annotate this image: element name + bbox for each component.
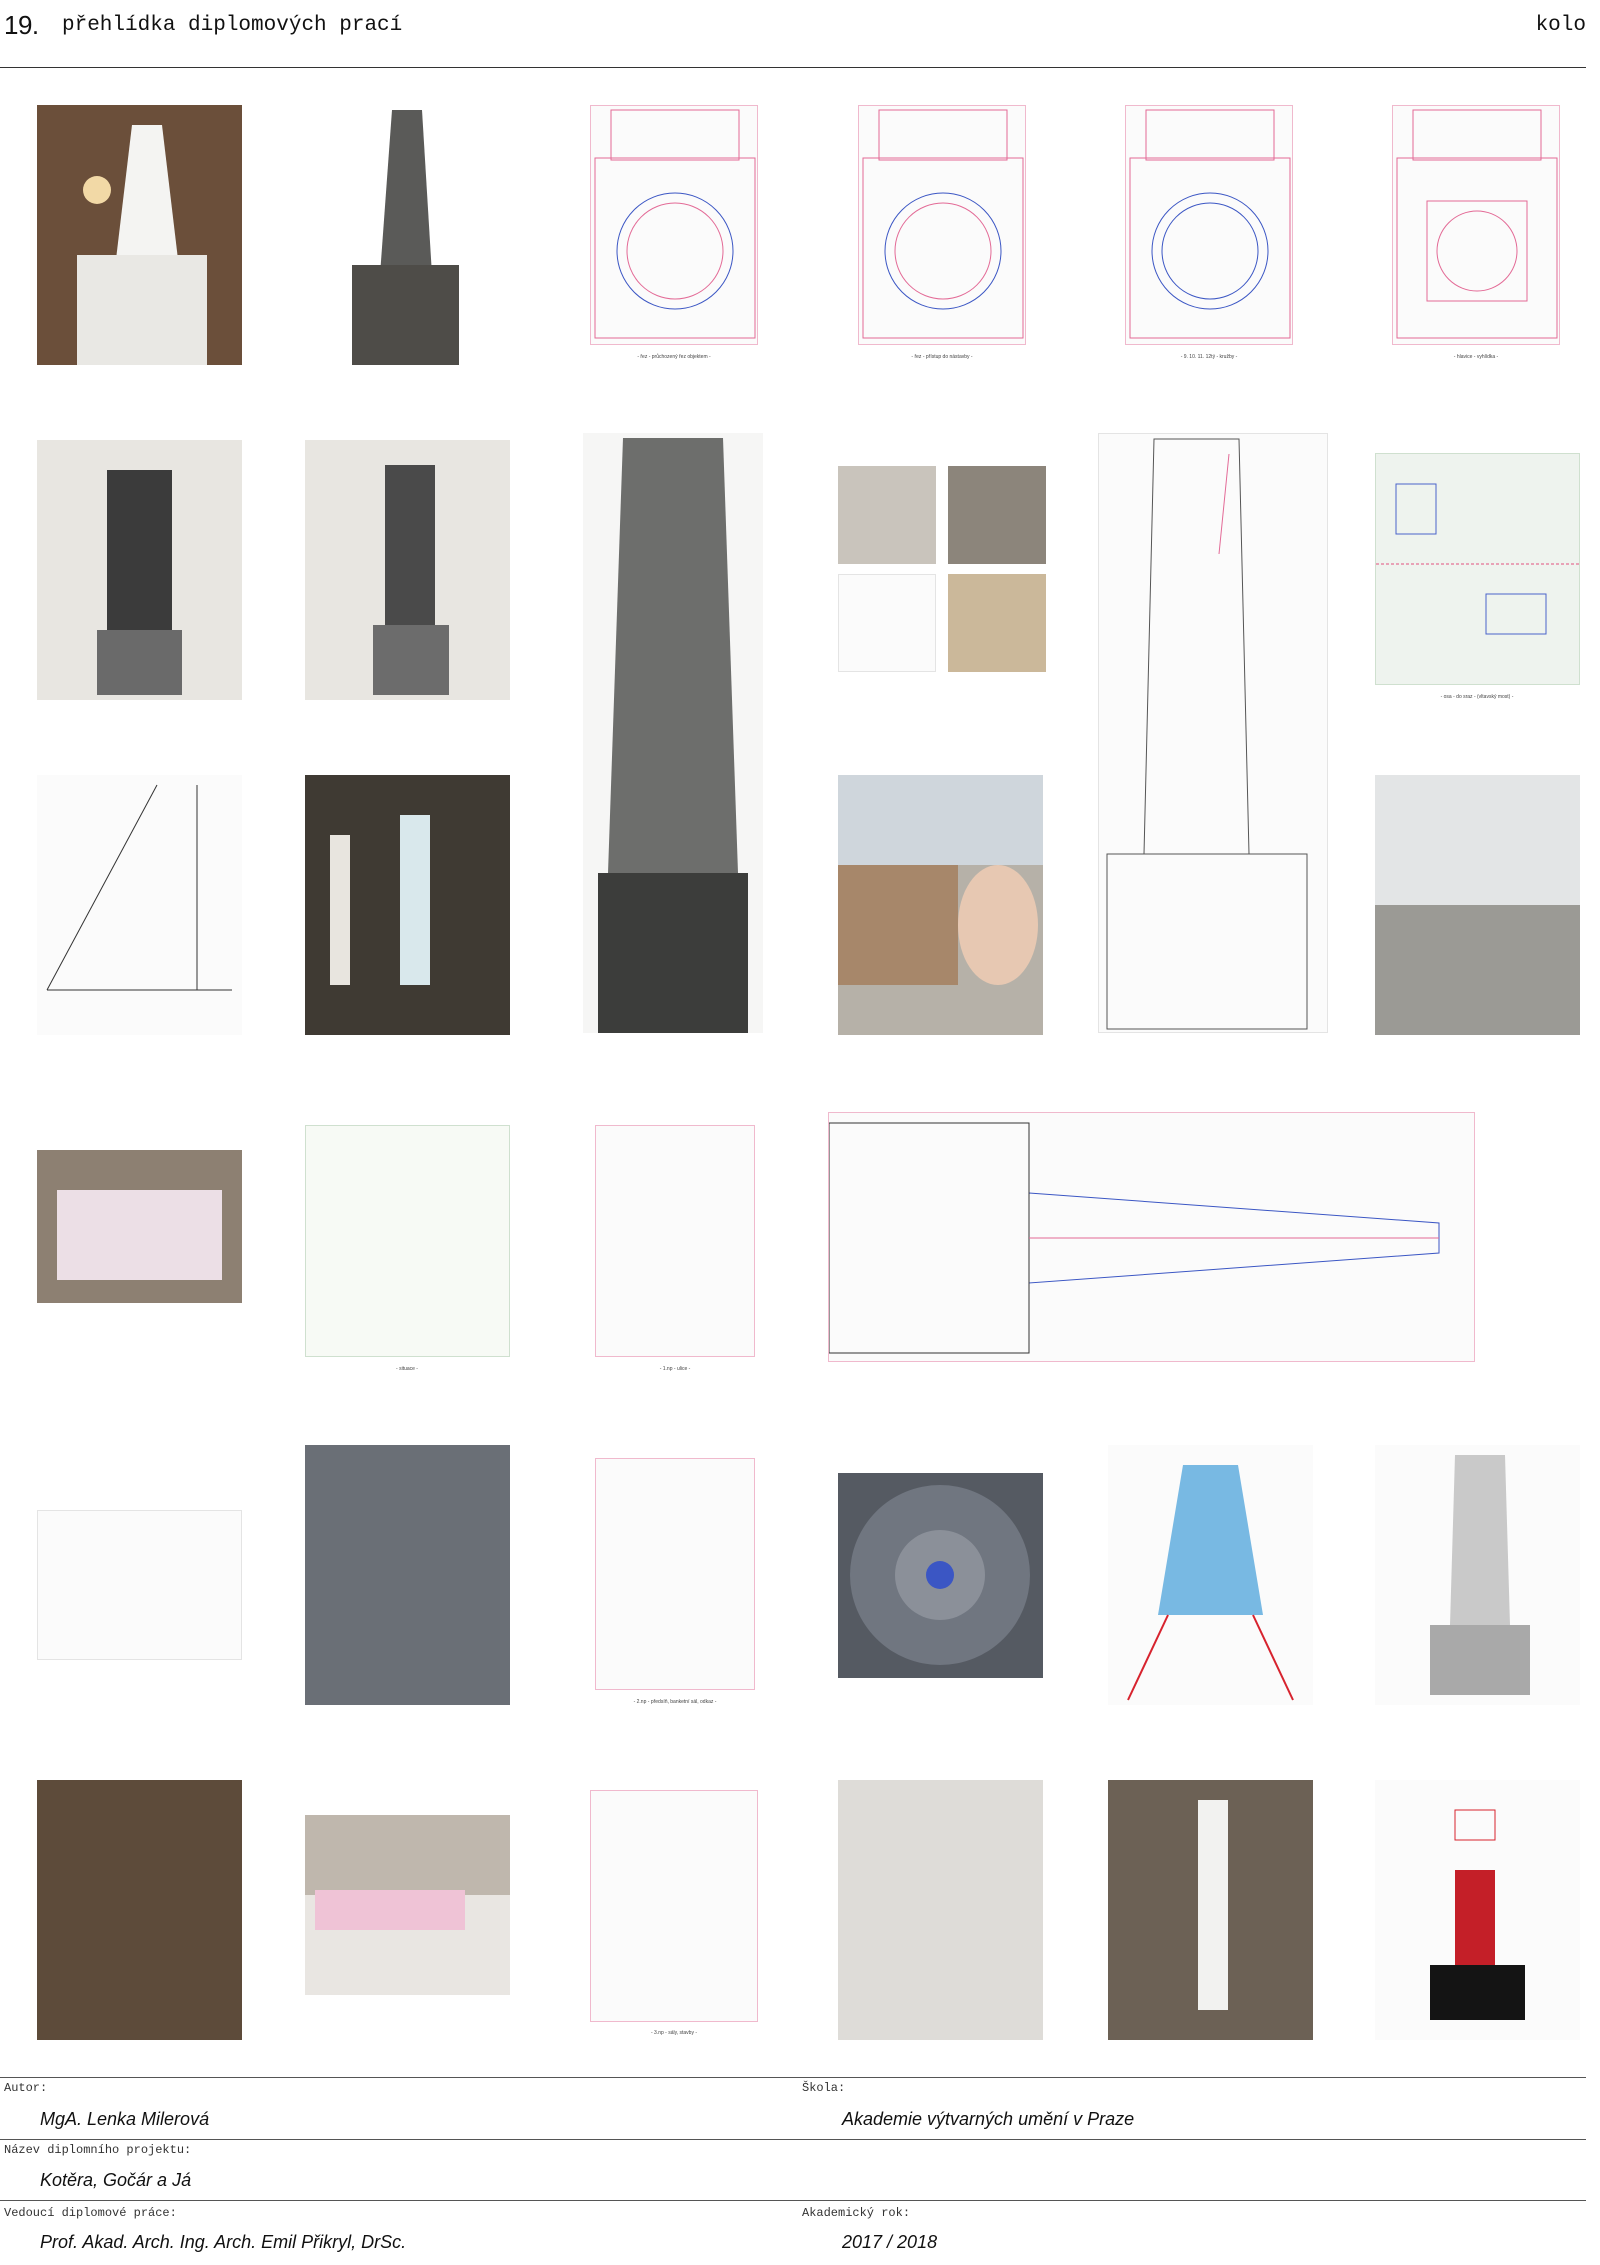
page-header: 19. přehlídka diplomových prací kolo [0, 0, 1600, 68]
author-label: Autor: [4, 2081, 48, 2095]
historic-facade-photo [948, 574, 1046, 672]
tower-collage-illustration [352, 110, 459, 365]
plan-1-caption: - řez - průchozený řez objektem - [637, 354, 711, 360]
plan-drawing-1-art [594, 109, 756, 339]
column-studio-art [1198, 1800, 1228, 2010]
model-photo-courtyard [838, 1780, 1043, 2040]
model-photo-tower-interior [37, 105, 242, 365]
interior-render-art [850, 1485, 1030, 1665]
plan-drawing-3-art [1129, 109, 1291, 339]
studio-interior-photo [37, 1780, 242, 2040]
axonometric-blue-art [1127, 1465, 1294, 1701]
axonometric-red-art [1430, 1809, 1525, 2020]
portrait-architect-2 [948, 466, 1046, 564]
model-photo-showcase [37, 1150, 242, 1303]
showcase-art [57, 1190, 222, 1280]
selfie-art [838, 775, 1043, 985]
tower-elevation-drawing [1098, 433, 1328, 1033]
year-label: Akademický rok: [802, 2206, 911, 2220]
axonometric-section-blue [1108, 1445, 1313, 1705]
floor-plan-2-caption: - 2.np - předsíň, banketní sál, odkaz - [633, 1699, 717, 1705]
floor-plan-1-caption: - 1.np - ulice - [659, 1366, 691, 1372]
city-map-caption: - osa - do sraz - (vltavský most) - [1440, 694, 1514, 700]
footer-divider-2 [0, 2139, 1586, 2140]
school-name: Akademie výtvarných umění v Praze [842, 2109, 1135, 2129]
street-photo-tower-collage [305, 1445, 510, 1705]
longitudinal-section [828, 1112, 1475, 1362]
project-name: Kotěra, Gočár a Já [40, 2170, 192, 2190]
floor-plan-2 [595, 1458, 755, 1690]
elevation-drawing-art [1106, 438, 1308, 1030]
charcoal-sketch-1-art [97, 470, 182, 695]
model-photo-columns-studio [305, 775, 510, 1035]
exhibition-number: 19. [4, 10, 39, 40]
perspective-figure-diagram [37, 775, 242, 1035]
tower-historic-collage [352, 105, 459, 365]
situation-caption: - situace - [396, 1366, 418, 1372]
plan-drawing-1 [590, 105, 758, 345]
plan-drawing-2 [858, 105, 1026, 345]
tower-charcoal-sketch-1 [37, 440, 242, 700]
supervisor-label: Vedoucí diplomové práce: [4, 2206, 177, 2220]
historic-facade-drawing [838, 574, 936, 672]
portrait-architect-1 [838, 466, 936, 564]
pink-block-art [305, 1890, 510, 1995]
exhibition-title: přehlídka diplomových prací [62, 14, 403, 37]
floor-plan-1 [595, 1125, 755, 1357]
charcoal-large-art [598, 438, 748, 1033]
street-photo-tramway [1375, 775, 1580, 1035]
tower-charcoal-large [583, 433, 763, 1033]
axonometric-section-red [1375, 1780, 1580, 2040]
plan-drawing-2-art [862, 109, 1024, 339]
model-photo-column-studio [1108, 1780, 1313, 2040]
plan-2-caption: - řez - přístup do nástavby - [911, 354, 973, 360]
classical-orders-plate [37, 1510, 242, 1660]
plan-drawing-4-art [1396, 109, 1558, 339]
floor-plan-3-caption: - 3.np - sály, stavby - [650, 2030, 698, 2036]
tower-model-illustration [37, 105, 242, 365]
academic-year: 2017 / 2018 [842, 2232, 938, 2252]
project-label: Název diplomního projektu: [4, 2143, 192, 2157]
pencil-drawing-art [1430, 1455, 1530, 1695]
plan-drawing-3 [1125, 105, 1293, 345]
situation-map [305, 1125, 510, 1357]
charcoal-sketch-2-art [373, 465, 449, 695]
perspective-figure-art [46, 784, 232, 991]
columns-studio-art [305, 775, 510, 1035]
tower-interior-render [838, 1473, 1043, 1678]
header-divider [0, 67, 1586, 68]
tower-pencil-drawing [1375, 1445, 1580, 1705]
section-art [829, 1122, 1440, 1354]
plan-3-caption: - 9. 10. 11. 12tý - kružby - [1180, 354, 1238, 360]
footer-divider-3 [0, 2200, 1586, 2201]
author-name: MgA. Lenka Milerová [40, 2109, 210, 2129]
round-label: kolo [1535, 14, 1586, 37]
model-photo-pink-block [305, 1815, 510, 1995]
city-map [1375, 453, 1580, 685]
tower-charcoal-sketch-2 [305, 440, 510, 700]
plan-drawing-4 [1392, 105, 1560, 345]
supervisor-name: Prof. Akad. Arch. Ing. Arch. Emil Přikry… [40, 2232, 407, 2252]
footer-divider-1 [0, 2077, 1586, 2078]
school-label: Škola: [802, 2081, 846, 2095]
city-map-art [1376, 483, 1579, 635]
floor-plan-3 [590, 1790, 758, 2022]
street-photo-art [1375, 775, 1580, 1035]
selfie-with-model [838, 775, 1043, 1035]
plan-4-caption: - hlavice - vyhlídka - [1453, 354, 1499, 360]
